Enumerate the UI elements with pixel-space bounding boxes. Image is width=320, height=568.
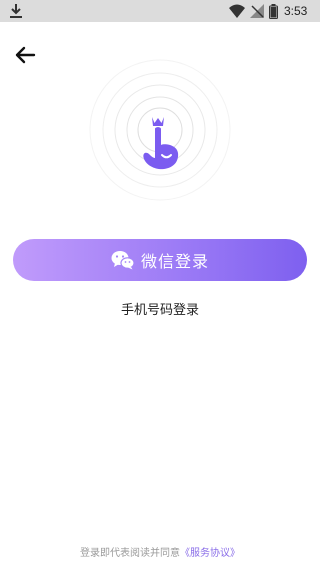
service-agreement-link[interactable]: 《服务协议》 bbox=[180, 548, 240, 559]
battery-icon bbox=[269, 4, 278, 19]
wifi-icon bbox=[229, 4, 245, 18]
agreement-prefix: 登录即代表阅读并同意 bbox=[80, 548, 180, 559]
login-screen: 3:53 微信登录 手机号码登录 登录即代表阅读并同意《服务协议》 bbox=[0, 0, 320, 568]
wechat-login-button[interactable]: 微信登录 bbox=[13, 239, 307, 281]
no-signal-icon bbox=[250, 4, 264, 18]
back-button[interactable] bbox=[12, 44, 38, 66]
hero-logo bbox=[89, 59, 231, 201]
agreement-footer: 登录即代表阅读并同意《服务协议》 bbox=[0, 544, 320, 559]
arrow-left-icon bbox=[15, 46, 36, 64]
finger-crown-logo-icon bbox=[143, 117, 179, 170]
wechat-login-label: 微信登录 bbox=[140, 252, 209, 271]
status-bar: 3:53 bbox=[0, 0, 320, 22]
status-time: 3:53 bbox=[284, 4, 308, 18]
wechat-icon bbox=[111, 251, 135, 270]
download-icon bbox=[10, 4, 22, 18]
phone-login-link[interactable]: 手机号码登录 bbox=[0, 299, 320, 318]
